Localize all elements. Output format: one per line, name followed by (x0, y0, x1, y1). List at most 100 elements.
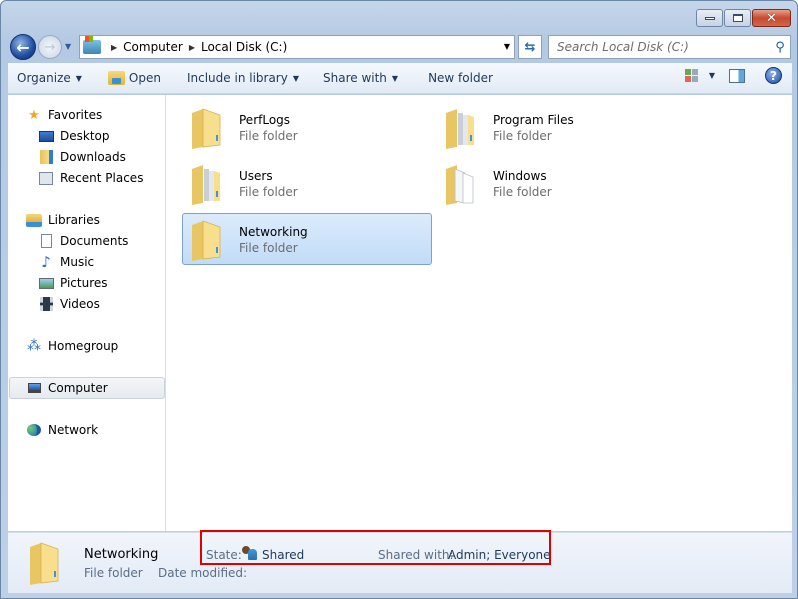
search-box[interactable]: Search Local Disk (C:) ⚲ (548, 35, 791, 59)
sidebar-item-computer[interactable]: Computer (26, 378, 108, 398)
close-icon: ✕ (766, 10, 777, 26)
file-type: File folder (493, 129, 552, 143)
documents-icon (38, 233, 54, 249)
caption-buttons: ✕ (695, 9, 791, 27)
sidebar-label: Computer (48, 381, 108, 395)
explorer-window: ✕ ← → ▼ ▶ Computer ▶ Local Disk (C:) ▼ ⇆… (0, 0, 798, 599)
new-folder-label: New folder (428, 71, 493, 85)
file-name: Networking (239, 225, 308, 239)
sidebar-item-recent-places[interactable]: Recent Places (38, 168, 143, 188)
address-history-dropdown[interactable]: ▼ (504, 42, 510, 51)
refresh-icon: ⇆ (524, 39, 536, 55)
breadcrumb-separator-icon[interactable]: ▶ (111, 43, 117, 52)
folder-icon (446, 165, 474, 205)
breadcrumb-computer[interactable]: Computer (123, 40, 183, 54)
sidebar-item-homegroup[interactable]: ⁂ Homegroup (26, 336, 118, 356)
include-in-library-label: Include in library (186, 71, 288, 85)
include-in-library-button[interactable]: Include in library ▼ (178, 66, 308, 90)
main-area: ★ Favorites Desktop Downloads Recent Plac… (8, 95, 792, 531)
folder-icon (192, 108, 221, 149)
share-with-button[interactable]: Share with ▼ (314, 66, 407, 90)
navigation-pane: ★ Favorites Desktop Downloads Recent Plac… (8, 95, 166, 531)
sidebar-label: Downloads (60, 150, 126, 164)
minimize-icon (704, 16, 715, 20)
sidebar-item-network[interactable]: Network (26, 420, 98, 440)
folder-icon (192, 165, 220, 205)
maximize-icon (732, 14, 743, 22)
details-name: Networking (84, 547, 159, 562)
back-arrow-icon: ← (16, 37, 30, 57)
sidebar-item-music[interactable]: ♪ Music (38, 252, 94, 272)
sidebar-item-libraries[interactable]: Libraries (26, 210, 100, 230)
change-view-icon[interactable] (684, 69, 699, 82)
local-disk-icon (83, 36, 101, 54)
file-name: Users (239, 169, 273, 183)
sidebar-label: Recent Places (60, 171, 144, 185)
libraries-icon (26, 212, 42, 228)
close-button[interactable]: ✕ (752, 9, 791, 27)
file-name: Windows (493, 169, 547, 183)
file-type: File folder (239, 129, 298, 143)
preview-pane-button[interactable] (729, 68, 745, 83)
help-icon: ? (770, 68, 777, 83)
file-type: File folder (239, 241, 298, 255)
homegroup-icon: ⁂ (27, 338, 41, 354)
sidebar-label: Favorites (48, 108, 103, 122)
sidebar-item-documents[interactable]: Documents (38, 231, 128, 251)
chevron-down-icon: ▼ (75, 73, 82, 83)
star-icon: ★ (28, 107, 40, 123)
maximize-button[interactable] (724, 9, 751, 27)
open-label: Open (128, 71, 161, 85)
breadcrumb-local-disk[interactable]: Local Disk (C:) (201, 40, 287, 54)
view-options-dropdown[interactable]: ▼ (709, 71, 715, 80)
file-list: PerfLogs File folder Program Files File … (168, 95, 792, 531)
recent-pages-dropdown[interactable]: ▼ (65, 42, 71, 51)
toolbar-right: ▼ ? (684, 67, 782, 84)
sidebar-label: Homegroup (48, 339, 119, 353)
sidebar-item-videos[interactable]: Videos (38, 294, 100, 314)
navigation-bar: ← → ▼ ▶ Computer ▶ Local Disk (C:) ▼ ⇆ S… (1, 32, 797, 60)
open-folder-icon (107, 71, 125, 85)
address-bar[interactable]: ▶ Computer ▶ Local Disk (C:) ▼ (79, 35, 515, 59)
pictures-icon (38, 275, 54, 291)
forward-button[interactable]: → (38, 35, 62, 59)
back-button[interactable]: ← (10, 34, 36, 60)
sidebar-label: Desktop (60, 129, 110, 143)
sidebar-label: Documents (60, 234, 129, 248)
minimize-button[interactable] (696, 9, 723, 27)
sidebar-label: Network (48, 423, 99, 437)
sidebar-item-desktop[interactable]: Desktop (38, 126, 110, 146)
refresh-button[interactable]: ⇆ (518, 35, 542, 59)
file-item-perflogs[interactable]: PerfLogs File folder (182, 101, 432, 153)
search-input[interactable]: Search Local Disk (C:) (549, 40, 770, 54)
file-item-users[interactable]: Users File folder (182, 157, 432, 209)
breadcrumb-separator-icon[interactable]: ▶ (189, 43, 195, 52)
sidebar-label: Pictures (60, 276, 108, 290)
forward-arrow-icon: → (44, 39, 56, 55)
organize-button[interactable]: Organize ▼ (8, 66, 91, 90)
sidebar-label: Music (60, 255, 95, 269)
desktop-icon (38, 128, 54, 144)
share-with-label: Share with (323, 71, 387, 85)
sidebar-item-favorites[interactable]: ★ Favorites (26, 105, 102, 125)
sidebar-item-downloads[interactable]: Downloads (38, 147, 126, 167)
file-item-networking[interactable]: Networking File folder (182, 213, 432, 265)
network-icon (26, 422, 42, 438)
file-item-windows[interactable]: Windows File folder (436, 157, 686, 209)
computer-icon (26, 380, 42, 396)
open-button[interactable]: Open (99, 66, 170, 90)
chevron-down-icon: ▼ (391, 73, 399, 83)
new-folder-button[interactable]: New folder (419, 66, 502, 90)
sidebar-item-pictures[interactable]: Pictures (38, 273, 108, 293)
file-item-program-files[interactable]: Program Files File folder (436, 101, 686, 153)
annotation-highlight-box (200, 530, 551, 565)
chevron-down-icon: ▼ (292, 73, 299, 83)
folder-icon (446, 109, 474, 149)
search-icon[interactable]: ⚲ (770, 40, 790, 55)
file-name: Program Files (493, 113, 574, 127)
file-name: PerfLogs (239, 113, 291, 127)
title-bar[interactable]: ✕ (1, 1, 797, 31)
organize-label: Organize (17, 71, 71, 85)
help-button[interactable]: ? (765, 67, 782, 84)
sidebar-label: Libraries (48, 213, 100, 227)
